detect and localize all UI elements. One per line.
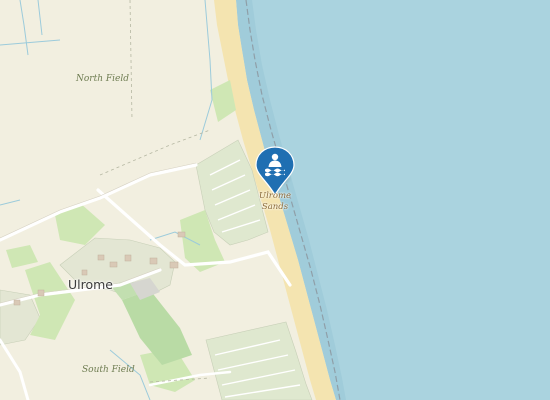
map-canvas[interactable] (0, 0, 550, 400)
map-view[interactable]: North Field South Field Ulrome Ulrome Sa… (0, 0, 550, 400)
poi-marker[interactable] (255, 146, 295, 196)
map-pin-icon (255, 146, 295, 196)
